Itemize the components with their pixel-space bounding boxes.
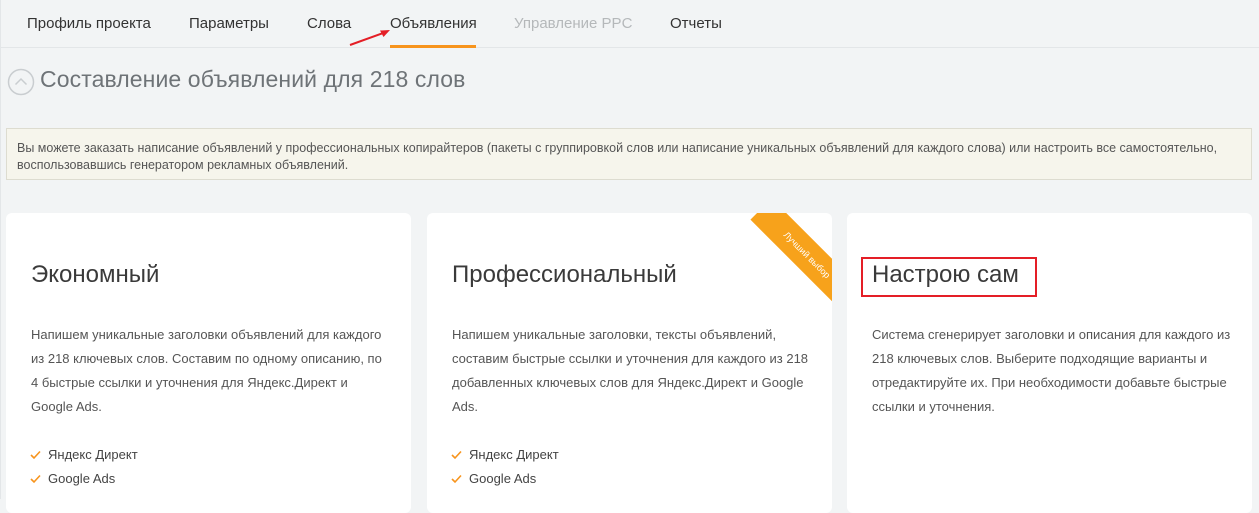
feature-label: Яндекс Директ: [48, 447, 138, 462]
project-tabs: Профиль проекта Параметры Слова Объявлен…: [1, 0, 1259, 48]
page: Профиль проекта Параметры Слова Объявлен…: [0, 0, 1259, 513]
red-arrow-annotation: [349, 30, 390, 46]
card-title: Настрою сам: [872, 261, 1019, 288]
feature-item: Google Ads: [451, 467, 559, 491]
tab-project-profile[interactable]: Профиль проекта: [27, 15, 151, 32]
best-choice-ribbon: Лучший выбор: [740, 213, 832, 305]
feature-list: Яндекс Директ Google Ads: [30, 443, 138, 491]
tab-ads[interactable]: Объявления: [390, 15, 477, 32]
plan-card-self-setup[interactable]: Настрою сам Система сгенерирует заголовк…: [847, 213, 1252, 513]
ribbon-label: Лучший выбор: [750, 213, 832, 305]
card-title: Профессиональный: [452, 261, 677, 288]
card-description: Напишем уникальные заголовки, тексты объ…: [452, 327, 809, 414]
tab-ppc-management: Управление PPC: [514, 15, 633, 32]
check-icon: [451, 474, 462, 484]
chevron-up-circle-icon[interactable]: [7, 68, 35, 96]
feature-item: Яндекс Директ: [451, 443, 559, 467]
card-title: Экономный: [31, 261, 160, 288]
plan-card-professional[interactable]: Лучший выбор Профессиональный Напишем ун…: [427, 213, 832, 513]
card-description: Напишем уникальные заголовки объявлений …: [31, 327, 382, 414]
feature-list: Яндекс Директ Google Ads: [451, 443, 559, 491]
active-tab-indicator: [390, 45, 476, 48]
tab-reports[interactable]: Отчеты: [670, 15, 722, 32]
feature-label: Google Ads: [469, 471, 537, 486]
plan-card-economy[interactable]: Экономный Напишем уникальные заголовки о…: [6, 213, 411, 513]
feature-label: Google Ads: [48, 471, 116, 486]
check-icon: [30, 474, 41, 484]
info-notice: Вы можете заказать написание объявлений …: [6, 128, 1252, 180]
feature-label: Яндекс Директ: [469, 447, 559, 462]
check-icon: [451, 450, 462, 460]
tab-parameters[interactable]: Параметры: [189, 15, 269, 32]
page-title: Составление объявлений для 218 слов: [40, 66, 466, 92]
feature-item: Яндекс Директ: [30, 443, 138, 467]
feature-item: Google Ads: [30, 467, 138, 491]
check-icon: [30, 450, 41, 460]
card-description: Система сгенерирует заголовки и описания…: [872, 327, 1231, 414]
tab-words[interactable]: Слова: [307, 15, 351, 32]
